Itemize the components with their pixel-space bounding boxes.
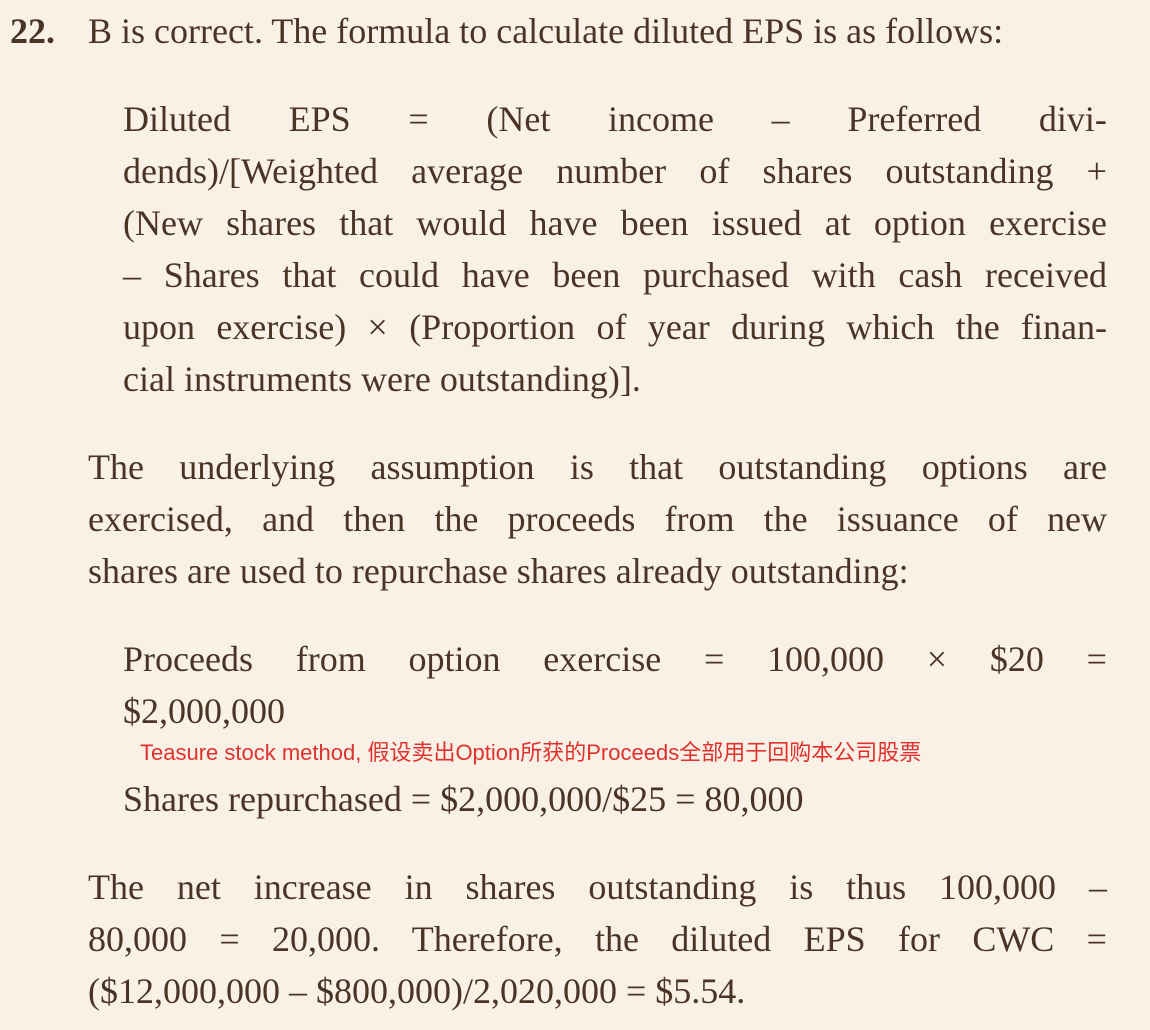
formula-line-1-word: = [408,99,429,139]
question-intro: B is correct. The formula to calculate d… [88,11,1004,51]
proceeds-line-word: option [408,639,501,679]
proceeds-line-word: = [1086,639,1107,679]
shares-repurchased-line: Shares repurchased = $2,000,000/$25 = 80… [123,779,804,819]
proceeds-line-word: $20 [989,639,1044,679]
formula-line-1: Diluted EPS = (Net income – Preferred divi- [123,93,1107,145]
conclusion-line-2: 80,000 = 20,000. Therefore, the diluted … [88,919,1107,959]
formula-line-1-word: income [608,99,714,139]
proceeds-line-word: = [703,639,725,679]
assumption-line-3: shares are used to repurchase shares alr… [88,551,909,591]
formula-line-1-word: Preferred [847,99,982,139]
formula-line-1-word: divi- [1038,99,1107,139]
formula-line-4: – Shares that could have been purchased … [123,255,1107,295]
formula-line-2: dends)/[Weighted average number of share… [123,151,1107,191]
proceeds-line-word: × [926,639,948,679]
assumption-line-2: exercised, and then the proceeds from th… [88,499,1108,539]
proceeds-line-word: Proceeds [123,639,253,679]
conclusion-line-1: The net increase in shares outstanding i… [88,867,1107,907]
proceeds-value: $2,000,000 [123,691,285,731]
proceeds-line-word: exercise [543,639,662,679]
handwritten-annotation: Teasure stock method, 假设卖出Option所获的Proce… [140,740,922,765]
formula-line-3: (New shares that would have been issued … [123,203,1107,243]
question-number: 22. [10,11,55,51]
formula-line-1-word: Diluted [123,99,231,139]
formula-line-1-word: – [771,99,790,139]
formula-line-1-word: EPS [288,99,351,139]
assumption-line-1: The underlying assumption is that outsta… [88,447,1107,487]
formula-line-5: upon exercise) × (Proportion of year dur… [123,307,1108,347]
formula-line-1-word: (Net [486,99,551,139]
conclusion-line-3: ($12,000,000 – $800,000)/2,020,000 = $5.… [88,971,746,1011]
formula-line-6: cial instruments were outstanding)]. [123,359,641,399]
proceeds-line-word: from [295,639,366,679]
proceeds-line: Proceeds from option exercise = 100,000 × $20 = [123,633,1107,685]
proceeds-line-word: 100,000 [767,639,885,679]
